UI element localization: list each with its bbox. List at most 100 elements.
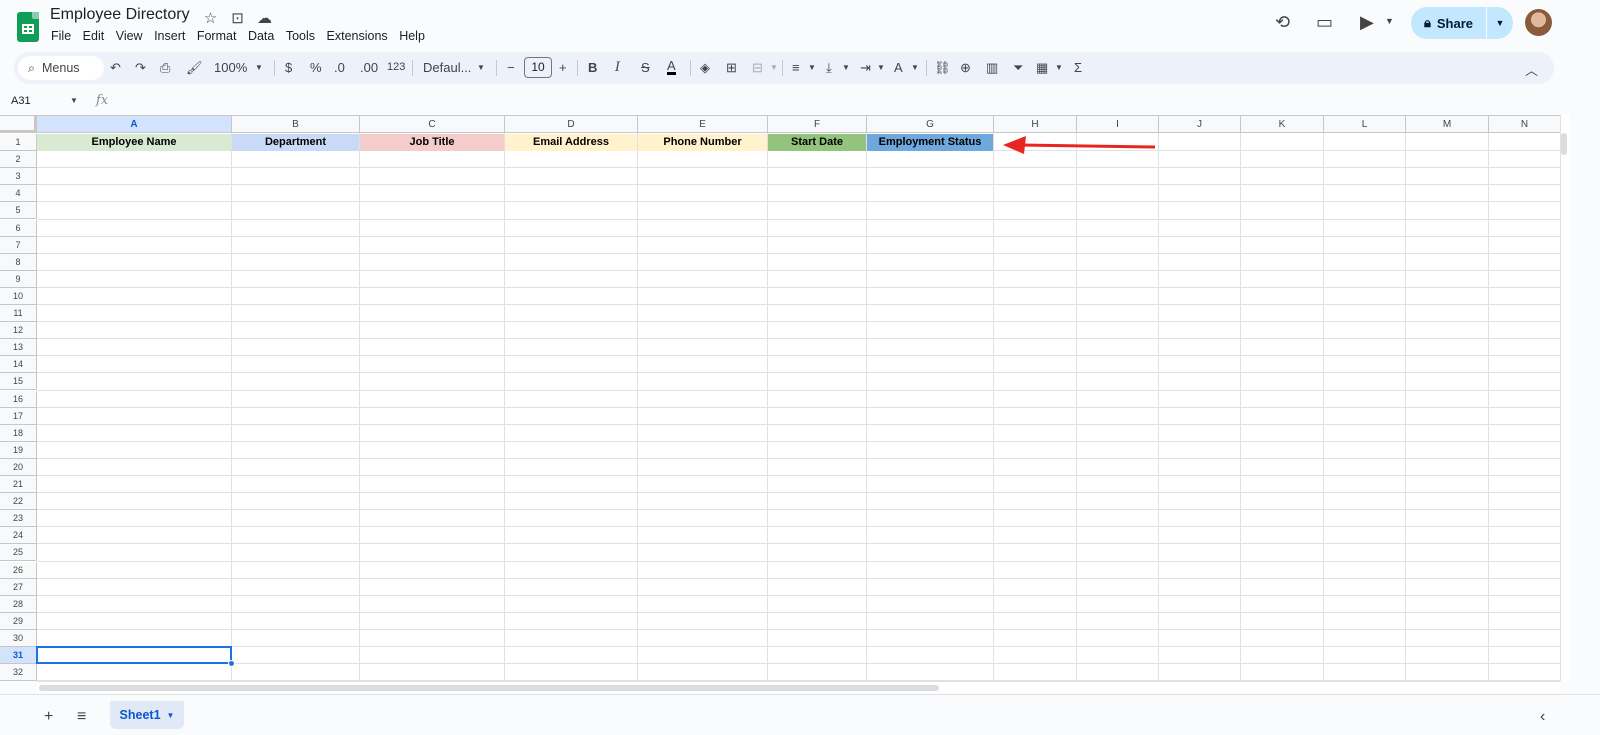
filter-views-icon[interactable]: ▦ bbox=[1036, 60, 1048, 76]
number-format-button[interactable]: 123 bbox=[387, 61, 405, 73]
row-header-30[interactable]: 30 bbox=[0, 629, 37, 647]
row-header-27[interactable]: 27 bbox=[0, 578, 37, 596]
header-cell-d1[interactable]: Email Address bbox=[505, 134, 637, 151]
row-header-28[interactable]: 28 bbox=[0, 595, 37, 613]
menu-edit[interactable]: Edit bbox=[83, 29, 105, 43]
row-header-26[interactable]: 26 bbox=[0, 561, 37, 579]
header-cell-b1[interactable]: Department bbox=[232, 134, 359, 151]
share-button[interactable]: 🔒︎ Share bbox=[1411, 7, 1486, 39]
valign-dropdown-icon[interactable]: ▼ bbox=[842, 63, 850, 72]
horizontal-align-icon[interactable]: ≡ bbox=[792, 60, 800, 75]
rotation-dropdown-icon[interactable]: ▼ bbox=[911, 63, 919, 72]
row-header-8[interactable]: 8 bbox=[0, 253, 37, 271]
row-header-7[interactable]: 7 bbox=[0, 236, 37, 254]
insert-chart-icon[interactable]: ▥ bbox=[986, 60, 998, 76]
zoom-select[interactable]: 100% bbox=[214, 60, 247, 75]
column-header-d[interactable]: D bbox=[505, 116, 638, 133]
version-history-icon[interactable]: ⟲ bbox=[1275, 12, 1290, 33]
functions-button[interactable]: Σ bbox=[1074, 60, 1082, 75]
menu-file[interactable]: File bbox=[51, 29, 71, 43]
row-header-11[interactable]: 11 bbox=[0, 305, 37, 323]
header-cell-f1[interactable]: Start Date bbox=[768, 134, 866, 151]
row-header-12[interactable]: 12 bbox=[0, 322, 37, 340]
row-header-25[interactable]: 25 bbox=[0, 544, 37, 562]
move-folder-icon[interactable]: ⊡ bbox=[228, 9, 247, 27]
fill-color-icon[interactable]: ◈ bbox=[700, 60, 710, 76]
column-header-f[interactable]: F bbox=[768, 116, 867, 133]
row-header-19[interactable]: 19 bbox=[0, 441, 37, 459]
spreadsheet-grid[interactable]: A B C D E F G H I J K L M N 1 2 3 4 5 6 7 8 9 10 11 12 13 14 15 16 17 1… bbox=[0, 115, 1560, 681]
row-header-24[interactable]: 24 bbox=[0, 527, 37, 545]
text-rotation-icon[interactable]: A bbox=[894, 60, 903, 75]
meet-icon[interactable]: ▶ bbox=[1360, 12, 1374, 33]
text-wrapping-icon[interactable]: ⇥ bbox=[860, 60, 871, 76]
column-header-i[interactable]: I bbox=[1077, 116, 1159, 133]
column-header-n[interactable]: N bbox=[1489, 116, 1560, 133]
font-dropdown-icon[interactable]: ▼ bbox=[477, 63, 485, 72]
row-header-6[interactable]: 6 bbox=[0, 219, 37, 237]
explore-collapse-icon[interactable]: ‹ bbox=[1540, 708, 1545, 726]
menu-view[interactable]: View bbox=[116, 29, 143, 43]
menu-data[interactable]: Data bbox=[248, 29, 274, 43]
font-select[interactable]: Defaul... bbox=[423, 60, 471, 75]
filter-icon[interactable]: ⏷ bbox=[1013, 60, 1023, 76]
column-header-l[interactable]: L bbox=[1324, 116, 1406, 133]
column-header-m[interactable]: M bbox=[1406, 116, 1489, 133]
borders-icon[interactable]: ⊞ bbox=[726, 60, 737, 76]
filter-views-dropdown-icon[interactable]: ▼ bbox=[1055, 63, 1063, 72]
header-cell-a1[interactable]: Employee Name bbox=[37, 134, 231, 151]
select-all-corner[interactable] bbox=[0, 116, 37, 133]
row-header-21[interactable]: 21 bbox=[0, 476, 37, 494]
sheet-tab-dropdown-icon[interactable]: ▼ bbox=[167, 711, 175, 720]
halign-dropdown-icon[interactable]: ▼ bbox=[808, 63, 816, 72]
decrease-font-size-button[interactable]: − bbox=[507, 60, 515, 75]
column-header-j[interactable]: J bbox=[1159, 116, 1241, 133]
paint-format-icon[interactable]: 🖌︎ bbox=[186, 60, 203, 76]
avatar[interactable] bbox=[1525, 9, 1552, 36]
redo-icon[interactable]: ↷ bbox=[135, 60, 146, 76]
search-menus-input[interactable]: ⌕ Menus bbox=[18, 56, 104, 80]
italic-button[interactable]: I bbox=[615, 60, 620, 75]
horizontal-scroll-thumb[interactable] bbox=[39, 685, 939, 691]
row-header-13[interactable]: 13 bbox=[0, 339, 37, 357]
column-header-e[interactable]: E bbox=[638, 116, 768, 133]
row-header-23[interactable]: 23 bbox=[0, 510, 37, 528]
percent-format-button[interactable]: % bbox=[310, 60, 322, 75]
strikethrough-button[interactable]: S bbox=[641, 60, 650, 75]
row-header-16[interactable]: 16 bbox=[0, 390, 37, 408]
header-cell-c1[interactable]: Job Title bbox=[360, 134, 504, 151]
vertical-scroll-thumb[interactable] bbox=[1561, 133, 1567, 155]
row-header-20[interactable]: 20 bbox=[0, 458, 37, 476]
decrease-decimal-button[interactable]: .0 bbox=[334, 60, 345, 75]
menu-tools[interactable]: Tools bbox=[286, 29, 315, 43]
row-header-17[interactable]: 17 bbox=[0, 407, 37, 425]
font-size-input[interactable]: 10 bbox=[524, 57, 552, 78]
fill-handle[interactable] bbox=[228, 660, 235, 668]
merge-dropdown-icon[interactable]: ▼ bbox=[770, 63, 778, 72]
zoom-dropdown-icon[interactable]: ▼ bbox=[255, 63, 263, 72]
row-header-1[interactable]: 1 bbox=[0, 134, 37, 152]
insert-comment-icon[interactable]: ⊕ bbox=[960, 60, 971, 76]
header-cell-g1[interactable]: Employment Status bbox=[867, 134, 993, 151]
vertical-scrollbar[interactable] bbox=[1560, 115, 1570, 681]
increase-font-size-button[interactable]: + bbox=[559, 60, 567, 75]
document-title[interactable]: Employee Directory bbox=[50, 6, 190, 24]
row-header-4[interactable]: 4 bbox=[0, 185, 37, 203]
row-header-15[interactable]: 15 bbox=[0, 373, 37, 391]
column-header-g[interactable]: G bbox=[867, 116, 994, 133]
name-box[interactable]: A31 bbox=[11, 95, 31, 107]
insert-link-icon[interactable]: ⛓︎ bbox=[934, 60, 951, 76]
menu-insert[interactable]: Insert bbox=[154, 29, 185, 43]
row-header-18[interactable]: 18 bbox=[0, 424, 37, 442]
add-sheet-icon[interactable]: + bbox=[44, 708, 53, 726]
star-icon[interactable]: ☆ bbox=[201, 9, 220, 27]
sheets-logo-icon[interactable] bbox=[17, 12, 39, 42]
column-header-h[interactable]: H bbox=[994, 116, 1077, 133]
row-header-3[interactable]: 3 bbox=[0, 168, 37, 186]
print-icon[interactable]: ⎙ bbox=[160, 60, 170, 76]
row-header-31[interactable]: 31 bbox=[0, 647, 37, 665]
currency-format-button[interactable]: $ bbox=[285, 60, 292, 75]
menu-format[interactable]: Format bbox=[197, 29, 237, 43]
bold-button[interactable]: B bbox=[588, 60, 597, 75]
menu-help[interactable]: Help bbox=[399, 29, 425, 43]
